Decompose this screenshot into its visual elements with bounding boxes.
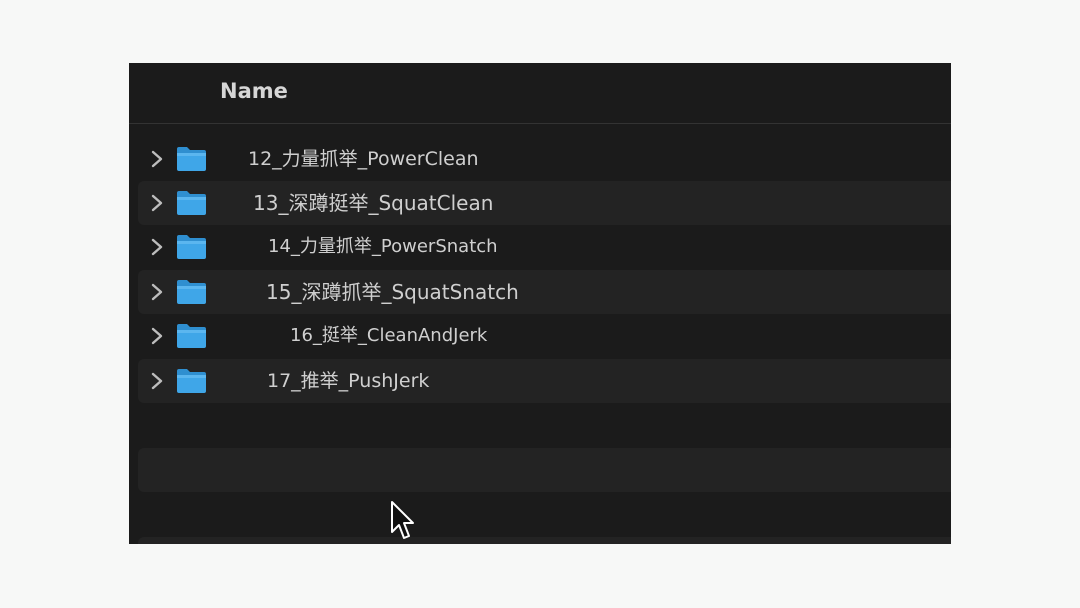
mouse-cursor-icon (391, 501, 414, 539)
folder-row[interactable]: 14_力量抓举_PowerSnatch (138, 225, 951, 269)
chevron-right-icon[interactable] (149, 282, 165, 302)
name-column-header[interactable]: Name (220, 79, 288, 103)
folder-row[interactable]: 16_挺举_CleanAndJerk (138, 314, 951, 358)
chevron-right-icon[interactable] (149, 237, 165, 257)
folder-icon (177, 324, 206, 348)
folder-icon (177, 280, 206, 304)
folder-name: 15_深蹲抓举_SquatSnatch (266, 280, 519, 304)
folder-row[interactable]: 12_力量抓举_PowerClean (138, 137, 951, 181)
column-header: Name (129, 63, 951, 124)
empty-row (138, 403, 951, 447)
folder-name: 14_力量抓举_PowerSnatch (268, 236, 498, 257)
folder-row[interactable]: 17_推举_PushJerk (138, 359, 951, 403)
folder-row[interactable]: 13_深蹲挺举_SquatClean (138, 181, 951, 225)
folder-row[interactable]: 15_深蹲抓举_SquatSnatch (138, 270, 951, 314)
folder-icon (177, 147, 206, 171)
folder-icon (177, 191, 206, 215)
folder-name: 13_深蹲挺举_SquatClean (253, 191, 494, 215)
folder-name: 16_挺举_CleanAndJerk (290, 325, 488, 346)
file-list-window: Name 12_力量抓举_PowerClean 13_深蹲挺举_SquatCle… (129, 63, 951, 544)
chevron-right-icon[interactable] (149, 149, 165, 169)
folder-icon (177, 235, 206, 259)
empty-row (138, 448, 951, 492)
chevron-right-icon[interactable] (149, 193, 165, 213)
folder-icon (177, 369, 206, 393)
chevron-right-icon[interactable] (149, 371, 165, 391)
folder-name: 17_推举_PushJerk (267, 370, 430, 392)
empty-row (138, 492, 951, 536)
folder-name: 12_力量抓举_PowerClean (248, 148, 479, 170)
chevron-right-icon[interactable] (149, 326, 165, 346)
empty-row (138, 537, 951, 544)
